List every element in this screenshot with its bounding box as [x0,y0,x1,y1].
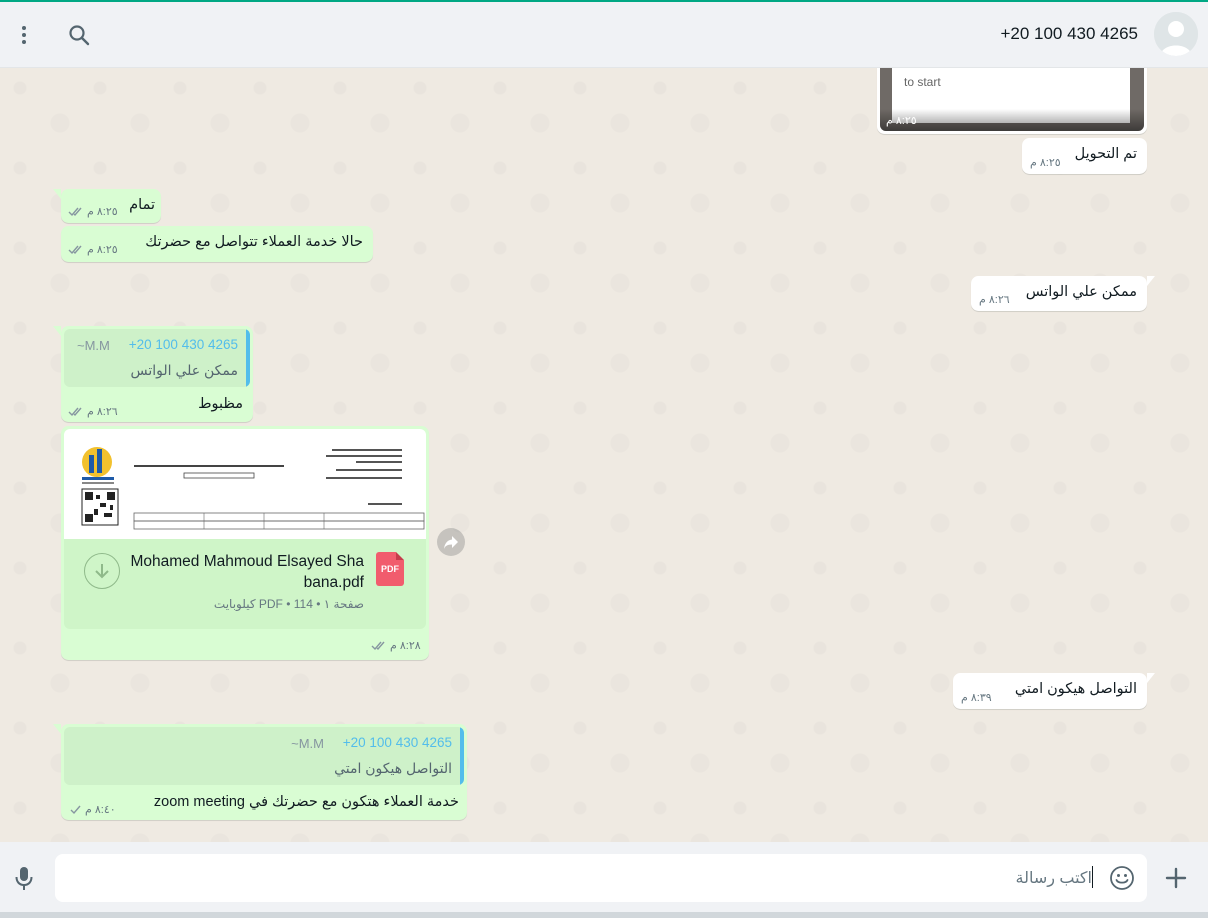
quoted-alias: ~M.M [77,338,110,353]
contact-name[interactable]: +20 100 430 4265 [1000,24,1138,44]
menu-button[interactable] [9,20,39,50]
message-time: ٨:٣٩ م [961,692,992,704]
forward-button[interactable] [437,528,465,556]
image-message[interactable]: to start ٨:٢٥ م [877,68,1147,134]
plus-icon [1165,867,1187,889]
incoming-message[interactable]: التواصل هيكون امتي ٨:٣٩ م [953,673,1155,709]
bubble-tail [53,724,61,734]
incoming-message[interactable]: ممكن علي الواتس ٨:٢٦ م [971,276,1155,311]
text-caret [1092,866,1093,888]
double-check-icon [371,641,385,651]
emoji-icon [1110,866,1134,890]
pdf-file-icon: PDF [376,552,404,586]
file-info: صفحة ١ • PDF • 114 كيلوبايت [213,597,364,611]
kebab-menu-icon [22,26,26,44]
pdf-preview[interactable] [64,429,426,539]
message-text: ممكن علي الواتس [1025,284,1137,300]
message-time: ٨:٢٥ م [886,115,917,127]
document-info-panel[interactable]: PDF Mohamed Mahmoud Elsayed Sha bana.pdf… [64,539,426,629]
quoted-sender: +20 100 430 4265 [342,735,452,750]
emoji-button[interactable] [1109,865,1135,891]
outgoing-message[interactable]: تمام ٨:٢٥ م [53,189,161,223]
bubble-tail [1147,276,1155,286]
image-text: to start [904,75,941,89]
outgoing-reply-message[interactable]: +20 100 430 4265 ~M.M ممكن علي الواتس مظ… [53,326,253,422]
message-time: ٨:٢٦ م [87,406,118,418]
outgoing-message[interactable]: حالا خدمة العملاء تتواصل مع حضرتك ٨:٢٥ م [61,226,373,262]
quoted-text: ممكن علي الواتس [130,362,238,378]
download-button[interactable] [84,553,120,589]
message-time: ٨:٢٦ م [979,294,1010,306]
quoted-message[interactable]: +20 100 430 4265 ~M.M ممكن علي الواتس [64,329,250,387]
composer-bar: اكتب رسالة [0,842,1208,912]
quoted-message[interactable]: +20 100 430 4265 ~M.M التواصل هيكون امتي [64,727,464,785]
single-check-icon [70,805,81,815]
double-check-icon [68,407,82,417]
message-text: تم التحويل [1074,146,1137,162]
voice-message-button[interactable] [10,864,38,892]
outgoing-reply-message[interactable]: +20 100 430 4265 ~M.M التواصل هيكون امتي… [53,724,467,820]
microphone-icon [15,867,33,890]
default-user-avatar-icon [1154,12,1198,56]
contact-avatar[interactable] [1154,12,1198,56]
message-time: ٨:٢٥ م [1030,157,1061,169]
attach-button[interactable] [1162,864,1190,892]
file-name: Mohamed Mahmoud Elsayed Sha bana.pdf [131,551,365,593]
file-name-line-2: bana.pdf [303,574,364,591]
message-time: ٨:٤٠ م [85,804,116,816]
message-meta: ٨:٢٥ م [68,205,118,218]
quoted-sender: +20 100 430 4265 [128,337,238,352]
chat-area[interactable]: to start ٨:٢٥ م تم التحويل ٨:٢٥ م تمام ٨… [0,68,1208,842]
bubble-tail [1147,673,1155,683]
message-meta: ٨:٤٠ م [70,803,116,816]
image-shade [880,109,1144,131]
message-text: حالا خدمة العملاء تتواصل مع حضرتك [145,234,363,250]
pdf-fold [396,552,404,560]
message-text: تمام [129,197,155,213]
message-placeholder: اكتب رسالة [1015,870,1092,887]
forward-icon [444,536,458,549]
message-text: مظبوط [198,396,243,412]
message-meta: ٨:٢٦ م [68,405,118,418]
bubble-tail [53,326,61,336]
double-check-icon [68,207,82,217]
message-time: ٨:٢٨ م [390,640,421,652]
message-meta: ٨:٢٥ م [68,243,118,256]
chat-header: +20 100 430 4265 [0,2,1208,68]
search-icon [69,25,90,46]
message-time: ٨:٢٥ م [87,244,118,256]
pdf-badge-label: PDF [381,564,399,574]
search-button[interactable] [64,20,94,50]
file-name-line-1: Mohamed Mahmoud Elsayed Sha [130,553,365,570]
message-time: ٨:٢٥ م [87,206,118,218]
window-bottom-edge [0,912,1208,918]
incoming-message[interactable]: تم التحويل ٨:٢٥ م [1022,138,1147,174]
pdf-page-preview [81,447,425,530]
double-check-icon [68,245,82,255]
message-meta: ٨:٢٨ م [371,639,421,652]
image-thumbnail[interactable]: to start ٨:٢٥ م [880,68,1144,131]
message-input[interactable]: اكتب رسالة [55,854,1147,902]
message-text: التواصل هيكون امتي [1014,681,1137,697]
quote-accent-bar [460,727,464,785]
quoted-text: التواصل هيكون امتي [334,760,452,776]
quoted-alias: ~M.M [291,736,324,751]
message-text: خدمة العملاء هتكون مع حضرتك في zoom meet… [153,794,459,810]
quote-accent-bar [246,329,250,387]
bubble-tail [53,189,61,199]
outgoing-document-message[interactable]: PDF Mohamed Mahmoud Elsayed Sha bana.pdf… [61,426,429,660]
download-icon [95,564,109,579]
